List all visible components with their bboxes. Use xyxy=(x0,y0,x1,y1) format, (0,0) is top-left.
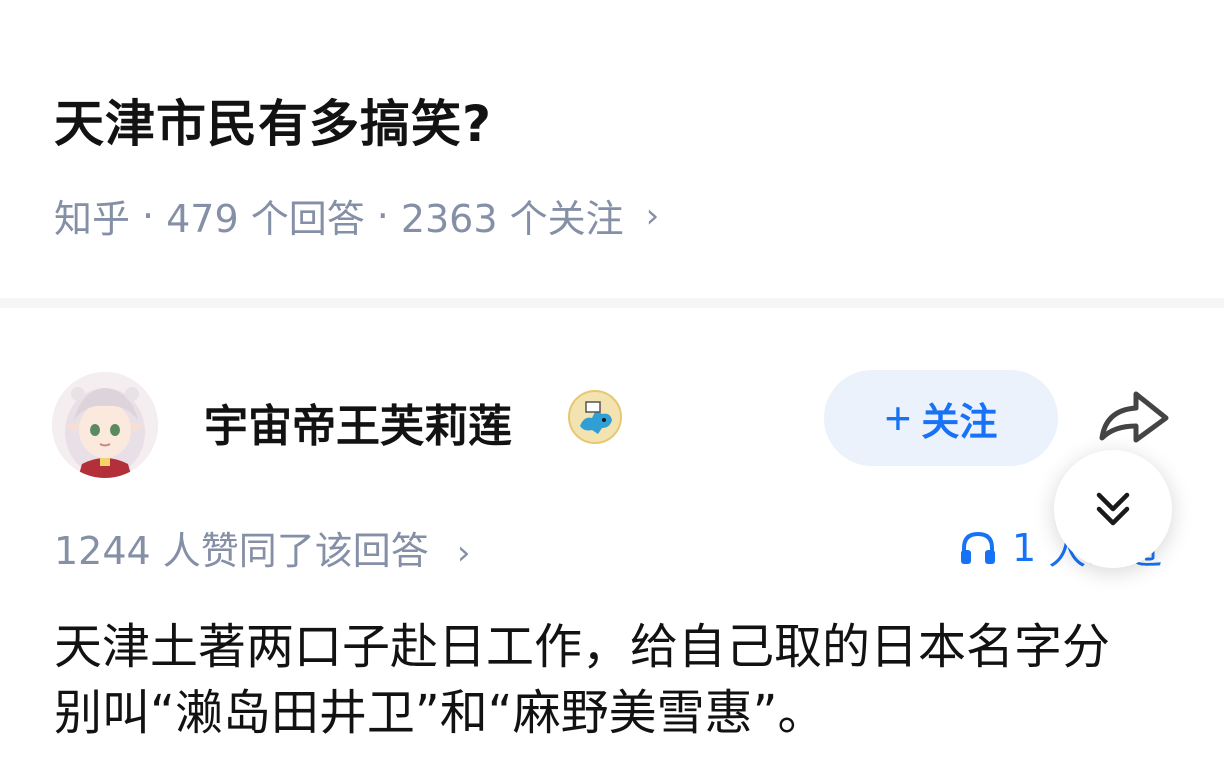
answer-content[interactable]: 天津土著两口子赴日工作，给自己取的日本名字分别叫“濑岛田井卫”和“麻野美雪惠”。 xyxy=(54,614,1154,746)
upvote-summary[interactable]: 1244 人赞同了该回答 › xyxy=(54,520,471,575)
question-title[interactable]: 天津市民有多搞笑? xyxy=(54,84,492,156)
answers-count: 479 个回答 xyxy=(166,197,365,241)
double-chevron-down-icon xyxy=(1096,492,1130,526)
author-avatar[interactable] xyxy=(52,372,158,478)
plus-icon: + xyxy=(884,392,912,444)
source-label: 知乎 xyxy=(54,197,131,241)
anime-girl-avatar-icon xyxy=(52,372,158,478)
section-divider xyxy=(0,298,1224,308)
listen-count: 1 xyxy=(1012,525,1037,570)
cartoon-badge-icon xyxy=(568,390,622,444)
upvote-text: 1244 人赞同了该回答 xyxy=(54,529,429,573)
collapse-button[interactable] xyxy=(1054,450,1172,568)
meta-separator: · xyxy=(376,193,389,238)
author-name[interactable]: 宇宙帝王芙莉莲 xyxy=(204,390,512,454)
follow-button-label: 关注 xyxy=(921,401,998,444)
meta-separator: · xyxy=(142,193,155,238)
chevron-right-icon: › xyxy=(456,533,471,573)
chevron-right-icon[interactable]: › xyxy=(646,196,660,236)
followers-count: 2363 个关注 xyxy=(400,197,624,241)
headphones-icon xyxy=(961,531,995,564)
question-meta[interactable]: 知乎 · 479 个回答 · 2363 个关注 › xyxy=(54,188,659,243)
follow-button[interactable]: + 关注 xyxy=(824,370,1058,466)
share-arrow-icon[interactable] xyxy=(1094,386,1174,450)
